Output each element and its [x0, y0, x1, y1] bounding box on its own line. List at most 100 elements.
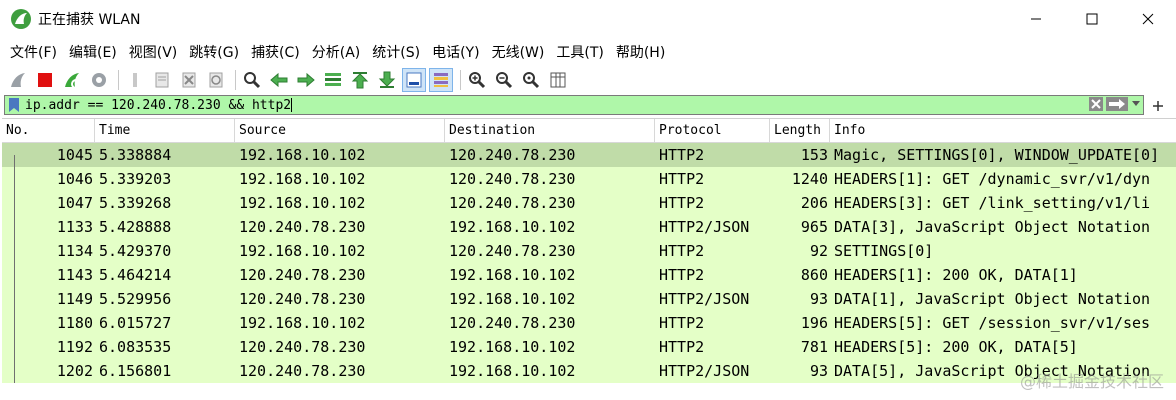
packet-source: 120.240.78.230: [239, 338, 366, 356]
maximize-button[interactable]: [1064, 0, 1120, 38]
toolbar-separator: [118, 70, 119, 90]
zoom-in-button[interactable]: [465, 68, 489, 92]
packet-row[interactable]: 1046 5.339203 192.168.10.102 120.240.78.…: [2, 167, 1176, 191]
go-back-icon: [270, 72, 288, 88]
menu-help[interactable]: 帮助(H): [610, 42, 671, 62]
packet-time: 5.529956: [99, 290, 172, 308]
packet-protocol: HTTP2: [659, 266, 705, 284]
menu-go[interactable]: 跳转(G): [183, 42, 245, 62]
close-button[interactable]: [1120, 0, 1176, 38]
packet-row[interactable]: 1045 5.338884 192.168.10.102 120.240.78.…: [2, 143, 1176, 167]
packet-row[interactable]: 1143 5.464214 120.240.78.230 192.168.10.…: [2, 263, 1176, 287]
column-header-source[interactable]: Source: [235, 119, 445, 143]
column-header-time[interactable]: Time: [95, 119, 235, 143]
go-forward-button[interactable]: [294, 68, 318, 92]
packet-row[interactable]: 1202 6.156801 120.240.78.230 192.168.10.…: [2, 359, 1176, 383]
start-capture-icon: [11, 73, 25, 87]
packet-info: HEADERS[1]: 200 OK, DATA[1]: [834, 266, 1078, 284]
column-header-info[interactable]: Info: [830, 119, 1176, 143]
filter-bookmark-icon[interactable]: [7, 97, 21, 113]
packet-source: 192.168.10.102: [239, 146, 366, 164]
packet-time: 5.338884: [99, 146, 172, 164]
packet-info: HEADERS[1]: GET /dynamic_svr/v1/dyn: [834, 170, 1151, 188]
packet-source: 192.168.10.102: [239, 314, 366, 332]
add-filter-button-button[interactable]: [1148, 96, 1168, 115]
wireshark-shark-fin-icon: [11, 9, 31, 29]
packet-length: 93: [809, 362, 828, 380]
filter-history-dropdown[interactable]: [1131, 97, 1141, 111]
packet-row[interactable]: 1149 5.529956 120.240.78.230 192.168.10.…: [2, 287, 1176, 311]
normal-size-button[interactable]: [519, 68, 543, 92]
display-filter-input[interactable]: ip.addr == 120.240.78.230 && http2: [4, 95, 1144, 115]
menu-capture[interactable]: 捕获(C): [245, 42, 306, 62]
resize-columns-button[interactable]: [546, 68, 570, 92]
packet-row[interactable]: 1192 6.083535 120.240.78.230 192.168.10.…: [2, 335, 1176, 359]
menu-edit[interactable]: 编辑(E): [63, 42, 123, 62]
packet-info: HEADERS[3]: GET /link_setting/v1/li: [834, 194, 1151, 212]
column-header-destination[interactable]: Destination: [445, 119, 655, 143]
main-toolbar: [0, 66, 1176, 94]
menu-wireless[interactable]: 无线(W): [486, 42, 551, 62]
packet-row[interactable]: 1180 6.015727 192.168.10.102 120.240.78.…: [2, 311, 1176, 335]
reload-file-icon: [209, 72, 223, 88]
packet-list-header: No. Time Source Destination Protocol Len…: [2, 119, 1176, 143]
close-file-button[interactable]: [177, 68, 201, 92]
menu-statistics[interactable]: 统计(S): [366, 42, 426, 62]
last-packet-button[interactable]: [375, 68, 399, 92]
menu-telephony[interactable]: 电话(Y): [426, 42, 485, 62]
window-title: 正在捕获 WLAN: [38, 12, 141, 28]
clear-filter-button[interactable]: [1089, 97, 1103, 111]
packet-protocol: HTTP2: [659, 170, 705, 188]
packet-time: 5.339203: [99, 170, 172, 188]
capture-options-button[interactable]: [87, 68, 111, 92]
restart-capture-button[interactable]: [60, 68, 84, 92]
menu-view[interactable]: 视图(V): [123, 42, 184, 62]
menu-bar: 文件(F) 编辑(E) 视图(V) 跳转(G) 捕获(C) 分析(A) 统计(S…: [0, 38, 1176, 66]
packet-info: DATA[3], JavaScript Object Notation: [834, 218, 1151, 236]
display-filter-bar: ip.addr == 120.240.78.230 && http2: [4, 95, 1172, 115]
open-file-button[interactable]: [123, 68, 147, 92]
first-packet-button[interactable]: [348, 68, 372, 92]
packet-info: SETTINGS[0]: [834, 242, 934, 260]
column-header-length[interactable]: Length: [770, 119, 830, 143]
packet-time: 6.015727: [99, 314, 172, 332]
find-packet-button[interactable]: [240, 68, 264, 92]
related-packet-line: [14, 167, 15, 191]
packet-row[interactable]: 1134 5.429370 192.168.10.102 120.240.78.…: [2, 239, 1176, 263]
menu-tools[interactable]: 工具(T): [550, 42, 609, 62]
packet-length: 93: [809, 290, 828, 308]
reload-file-button[interactable]: [204, 68, 228, 92]
packet-protocol: HTTP2/JSON: [659, 218, 750, 236]
go-back-button[interactable]: [267, 68, 291, 92]
save-file-button[interactable]: [150, 68, 174, 92]
toolbar-separator: [235, 70, 236, 90]
resize-columns-icon: [550, 72, 566, 88]
minimize-button[interactable]: [1008, 0, 1064, 38]
menu-analyze[interactable]: 分析(A): [306, 42, 367, 62]
display-filter-text[interactable]: ip.addr == 120.240.78.230 && http2: [25, 98, 291, 113]
maximize-icon: [1086, 13, 1098, 25]
packet-row[interactable]: 1133 5.428888 120.240.78.230 192.168.10.…: [2, 215, 1176, 239]
title-bar: 正在捕获 WLAN: [0, 0, 1176, 38]
auto-scroll-button[interactable]: [402, 68, 426, 92]
packet-info: HEADERS[5]: GET /session_svr/v1/ses: [834, 314, 1151, 332]
packet-info: DATA[1], JavaScript Object Notation: [834, 290, 1151, 308]
packet-protocol: HTTP2: [659, 146, 705, 164]
packet-length: 860: [800, 266, 828, 284]
stop-capture-button[interactable]: [33, 68, 57, 92]
auto-scroll-icon: [406, 72, 422, 88]
packet-destination: 192.168.10.102: [449, 362, 576, 380]
packet-row[interactable]: 1047 5.339268 192.168.10.102 120.240.78.…: [2, 191, 1176, 215]
colorize-button[interactable]: [429, 68, 453, 92]
packet-info: HEADERS[5]: 200 OK, DATA[5]: [834, 338, 1078, 356]
packet-no: 1180: [56, 314, 93, 332]
start-capture-button[interactable]: [6, 68, 30, 92]
column-header-protocol[interactable]: Protocol: [655, 119, 770, 143]
packet-destination: 192.168.10.102: [449, 266, 576, 284]
go-to-packet-button[interactable]: [321, 68, 345, 92]
zoom-out-button[interactable]: [492, 68, 516, 92]
column-header-no[interactable]: No.: [2, 119, 95, 143]
apply-filter-button[interactable]: [1106, 97, 1128, 111]
menu-file[interactable]: 文件(F): [4, 42, 63, 62]
clear-icon: [1091, 99, 1101, 109]
